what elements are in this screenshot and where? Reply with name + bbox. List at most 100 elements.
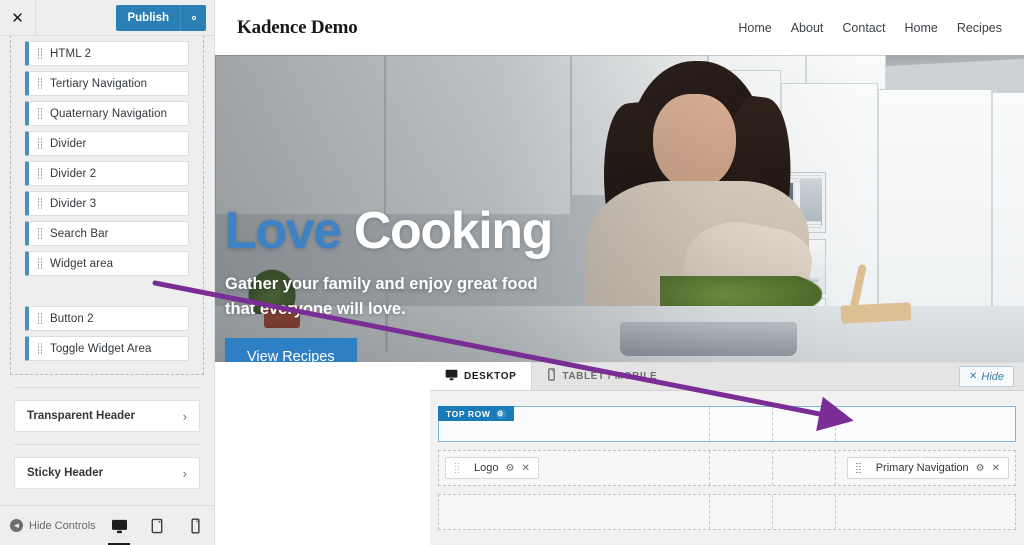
- row-main-cell-center-left[interactable]: [710, 451, 774, 485]
- accordion-label: Sticky Header: [27, 467, 104, 479]
- tab-tablet-mobile[interactable]: TABLET / MOBILE: [532, 362, 672, 390]
- sidebar-topbar: ✕ Publish: [0, 0, 214, 36]
- row-top-label: TOP ROW: [446, 408, 491, 419]
- drag-handle-icon[interactable]: [35, 108, 45, 120]
- drag-handle-icon[interactable]: [35, 48, 45, 60]
- close-icon[interactable]: ✕: [992, 463, 1000, 474]
- sidebar-item-label: Search Bar: [50, 227, 109, 240]
- nav-link-contact[interactable]: Contact: [842, 21, 885, 35]
- site-preview: Kadence Demo Home About Contact Home Rec…: [215, 0, 1024, 545]
- nav-link-home-2[interactable]: Home: [904, 21, 937, 35]
- close-icon[interactable]: ✕: [521, 463, 529, 474]
- drag-handle-icon[interactable]: [35, 313, 45, 325]
- gear-icon[interactable]: ⚙: [976, 463, 985, 474]
- row-bottom-cell-center-left[interactable]: [710, 495, 774, 529]
- gear-icon[interactable]: ⚙: [505, 463, 514, 474]
- dropzone-spacer: [11, 281, 203, 301]
- row-top-cell-center-left[interactable]: [710, 407, 774, 441]
- sidebar-divider: [14, 387, 200, 388]
- dropzone-active-items[interactable]: HTML 2 Tertiary Navigation Quaternary Na…: [10, 36, 204, 375]
- sidebar-item-label: Button 2: [50, 312, 94, 325]
- close-icon[interactable]: ✕: [0, 0, 36, 35]
- sidebar-footer: ◄ Hide Controls: [0, 505, 214, 545]
- drag-handle-icon[interactable]: [35, 168, 45, 180]
- row-main-cell-left[interactable]: Logo ⚙ ✕: [439, 451, 710, 485]
- builder-rows: TOP ROW ⚙ Logo ⚙ ✕ Primary Navigation ⚙ …: [430, 406, 1024, 545]
- sidebar-item-label: Divider: [50, 137, 87, 150]
- row-bottom-cell-center-right[interactable]: [773, 495, 837, 529]
- nav-link-home[interactable]: Home: [738, 21, 771, 35]
- row-top-grid[interactable]: [438, 406, 1016, 442]
- drag-handle-icon[interactable]: [35, 343, 45, 355]
- sidebar-item-button-2[interactable]: Button 2: [25, 306, 189, 331]
- sidebar-item-label: Tertiary Navigation: [50, 77, 148, 90]
- drag-handle-icon[interactable]: [452, 462, 462, 474]
- builder-row-main[interactable]: Logo ⚙ ✕ Primary Navigation ⚙ ✕: [438, 450, 1016, 486]
- row-bottom-cell-left[interactable]: [439, 495, 710, 529]
- sidebar-item-quaternary-navigation[interactable]: Quaternary Navigation: [25, 101, 189, 126]
- desktop-icon: [445, 369, 458, 384]
- customizer-screen: ✕ Publish HTML 2 Tertiary Navigation Qua…: [0, 0, 1024, 545]
- close-icon: ✕: [968, 371, 978, 382]
- publish-button[interactable]: Publish: [116, 5, 180, 31]
- sidebar-item-transparent-header[interactable]: Transparent Header ›: [14, 400, 200, 432]
- builder-item-label: Logo: [474, 462, 499, 474]
- sidebar-item-divider[interactable]: Divider: [25, 131, 189, 156]
- sidebar-item-html-2[interactable]: HTML 2: [25, 41, 189, 66]
- tablet-icon[interactable]: [146, 511, 168, 541]
- hero-title-accent: Love: [225, 202, 342, 260]
- drag-handle-icon[interactable]: [35, 198, 45, 210]
- row-top-cell-right[interactable]: [836, 407, 1015, 441]
- hide-builder-button[interactable]: ✕ Hide: [958, 366, 1014, 387]
- site-title[interactable]: Kadence Demo: [237, 17, 358, 39]
- row-top-tab[interactable]: TOP ROW ⚙: [438, 406, 514, 421]
- hide-controls-button[interactable]: ◄ Hide Controls: [10, 519, 96, 532]
- drag-handle-icon[interactable]: [35, 258, 45, 270]
- builder-item-label: Primary Navigation: [875, 462, 969, 474]
- view-recipes-button[interactable]: View Recipes: [225, 337, 357, 362]
- sidebar-divider: [14, 444, 200, 445]
- row-top-cell-center-right[interactable]: [773, 407, 837, 441]
- tab-desktop[interactable]: DESKTOP: [430, 362, 533, 390]
- sidebar-item-sticky-header[interactable]: Sticky Header ›: [14, 457, 200, 489]
- row-main-cell-center-right[interactable]: [773, 451, 837, 485]
- drag-handle-icon[interactable]: [35, 228, 45, 240]
- site-header: Kadence Demo Home About Contact Home Rec…: [215, 0, 1024, 55]
- hero-title: Love Cooking: [225, 202, 555, 260]
- sidebar-item-toggle-widget-area[interactable]: Toggle Widget Area: [25, 336, 189, 361]
- gear-icon[interactable]: ⚙: [495, 408, 506, 419]
- row-main-cell-right[interactable]: Primary Navigation ⚙ ✕: [836, 451, 1015, 485]
- sidebar-item-divider-2[interactable]: Divider 2: [25, 161, 189, 186]
- sidebar-item-label: HTML 2: [50, 47, 92, 60]
- drag-handle-icon[interactable]: [35, 138, 45, 150]
- accordion-label: Transparent Header: [27, 410, 136, 422]
- builder-item-primary-navigation[interactable]: Primary Navigation ⚙ ✕: [846, 457, 1009, 479]
- sidebar-item-label: Quaternary Navigation: [50, 107, 168, 120]
- nav-link-recipes[interactable]: Recipes: [957, 21, 1002, 35]
- drag-handle-icon[interactable]: [854, 462, 864, 474]
- customizer-sidebar: ✕ Publish HTML 2 Tertiary Navigation Qua…: [0, 0, 215, 545]
- builder-item-logo[interactable]: Logo ⚙ ✕: [445, 457, 539, 479]
- builder-row-bottom[interactable]: [438, 494, 1016, 530]
- chevron-right-icon: ›: [182, 408, 187, 424]
- row-bottom-cell-right[interactable]: [836, 495, 1015, 529]
- collapse-icon: ◄: [10, 519, 23, 532]
- sidebar-item-widget-area[interactable]: Widget area: [25, 251, 189, 276]
- sidebar-item-label: Divider 3: [50, 197, 97, 210]
- sidebar-item-search-bar[interactable]: Search Bar: [25, 221, 189, 246]
- nav-link-about[interactable]: About: [791, 21, 824, 35]
- tab-tablet-mobile-label: TABLET / MOBILE: [562, 370, 658, 382]
- header-builder-panel: DESKTOP TABLET / MOBILE ✕ Hide TOP ROW ⚙…: [430, 362, 1024, 545]
- sidebar-item-label: Divider 2: [50, 167, 97, 180]
- tab-desktop-label: DESKTOP: [464, 370, 517, 382]
- mobile-icon: [547, 368, 556, 384]
- drag-handle-icon[interactable]: [35, 78, 45, 90]
- sidebar-item-divider-3[interactable]: Divider 3: [25, 191, 189, 216]
- hero-section: Love Cooking Gather your family and enjo…: [215, 55, 1024, 362]
- mobile-icon[interactable]: [184, 511, 206, 541]
- desktop-icon[interactable]: [108, 511, 130, 545]
- gear-icon[interactable]: [180, 5, 206, 31]
- sidebar-item-tertiary-navigation[interactable]: Tertiary Navigation: [25, 71, 189, 96]
- publish-button-label: Publish: [127, 12, 169, 24]
- sidebar-content[interactable]: HTML 2 Tertiary Navigation Quaternary Na…: [0, 36, 214, 505]
